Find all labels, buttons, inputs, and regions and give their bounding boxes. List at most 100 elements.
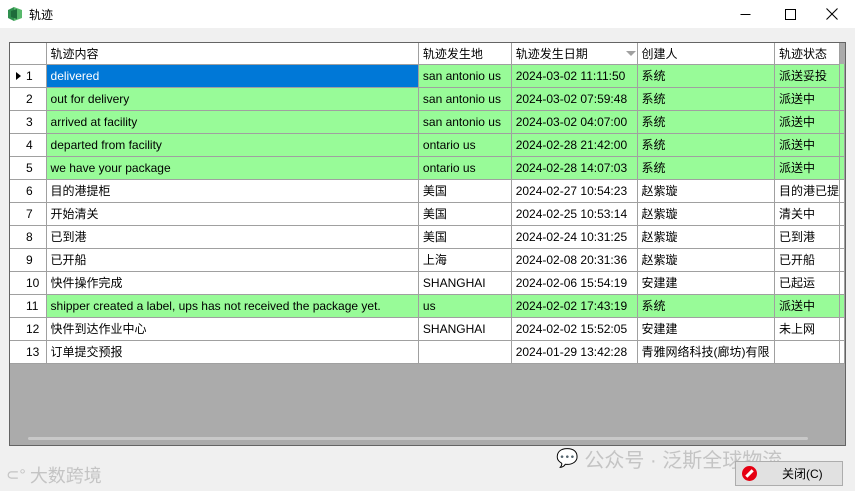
cell-place[interactable]: SHANGHAI xyxy=(418,271,512,295)
table-row[interactable]: 11 shipper created a label, ups has not r… xyxy=(10,294,845,318)
cell-status[interactable]: 清关中 xyxy=(774,202,841,226)
cell-content[interactable]: we have your package xyxy=(46,156,419,180)
cell-date[interactable]: 2024-03-02 11:11:50 xyxy=(511,64,638,88)
cell-content[interactable]: 快件到达作业中心 xyxy=(46,317,419,341)
cell-date[interactable]: 2024-02-25 10:53:14 xyxy=(511,202,638,226)
row-header[interactable]: 3 xyxy=(10,110,47,134)
column-header-creator[interactable]: 创建人 xyxy=(637,43,775,65)
cell-date[interactable]: 2024-02-02 15:52:05 xyxy=(511,317,638,341)
table-row[interactable]: 3 arrived at facility san antonio us 2024-0… xyxy=(10,110,845,134)
track-grid[interactable]: 轨迹内容 轨迹发生地 轨迹发生日期 创建人 轨迹状态 1 delivered san… xyxy=(9,42,846,446)
row-header[interactable]: 6 xyxy=(10,179,47,203)
column-header-place[interactable]: 轨迹发生地 xyxy=(418,43,512,65)
cell-creator[interactable]: 赵紫璇 xyxy=(637,179,775,203)
row-header[interactable]: 2 xyxy=(10,87,47,111)
cell-place[interactable]: san antonio us xyxy=(418,110,512,134)
row-header[interactable]: 8 xyxy=(10,225,47,249)
cell-status[interactable]: 已起运 xyxy=(774,271,841,295)
cell-creator[interactable]: 赵紫璇 xyxy=(637,202,775,226)
cell-status[interactable]: 目的港已提 xyxy=(774,179,841,203)
cell-date[interactable]: 2024-02-24 10:31:25 xyxy=(511,225,638,249)
cell-creator[interactable]: 系统 xyxy=(637,156,775,180)
close-button[interactable]: 关闭(C) xyxy=(735,461,843,486)
cell-date[interactable]: 2024-03-02 04:07:00 xyxy=(511,110,638,134)
row-header[interactable]: 13 xyxy=(10,340,47,364)
column-header-date[interactable]: 轨迹发生日期 xyxy=(511,43,638,65)
cell-place[interactable]: san antonio us xyxy=(418,87,512,111)
cell-status[interactable]: 未上网 xyxy=(774,317,841,341)
cell-date[interactable]: 2024-02-08 20:31:36 xyxy=(511,248,638,272)
cell-place[interactable]: 美国 xyxy=(418,202,512,226)
cell-creator[interactable]: 赵紫璇 xyxy=(637,225,775,249)
cell-place[interactable]: 美国 xyxy=(418,225,512,249)
minimize-button[interactable] xyxy=(722,0,768,28)
row-header[interactable]: 1 xyxy=(10,64,47,88)
cell-place[interactable]: SHANGHAI xyxy=(418,317,512,341)
cell-place[interactable]: san antonio us xyxy=(418,64,512,88)
row-header[interactable]: 12 xyxy=(10,317,47,341)
cell-creator[interactable]: 系统 xyxy=(637,110,775,134)
cell-status[interactable]: 派送妥投 xyxy=(774,64,841,88)
cell-status[interactable]: 已开船 xyxy=(774,248,841,272)
cell-date[interactable]: 2024-02-06 15:54:19 xyxy=(511,271,638,295)
cell-content[interactable]: departed from facility xyxy=(46,133,419,157)
cell-status[interactable]: 派送中 xyxy=(774,133,841,157)
table-row[interactable]: 4 departed from facility ontario us 2024-02… xyxy=(10,133,845,157)
cell-date[interactable]: 2024-02-27 10:54:23 xyxy=(511,179,638,203)
cell-place[interactable]: 美国 xyxy=(418,179,512,203)
cell-status[interactable]: 派送中 xyxy=(774,87,841,111)
cell-content[interactable]: 已开船 xyxy=(46,248,419,272)
cell-status[interactable]: 已到港 xyxy=(774,225,841,249)
cell-content[interactable]: 目的港提柜 xyxy=(46,179,419,203)
cell-creator[interactable]: 赵紫璇 xyxy=(637,248,775,272)
cell-creator[interactable]: 青雅网络科技(廊坊)有限 xyxy=(637,340,775,364)
cell-content[interactable]: 快件操作完成 xyxy=(46,271,419,295)
table-row[interactable]: 9 已开船 上海 2024-02-08 20:31:36 赵紫璇 已开船 xyxy=(10,248,845,272)
cell-creator[interactable]: 系统 xyxy=(637,294,775,318)
table-row[interactable]: 1 delivered san antonio us 2024-03-02 11:11… xyxy=(10,64,845,88)
row-header[interactable]: 4 xyxy=(10,133,47,157)
cell-content[interactable]: 已到港 xyxy=(46,225,419,249)
column-header-content[interactable]: 轨迹内容 xyxy=(46,43,419,65)
maximize-button[interactable] xyxy=(767,0,813,28)
cell-content[interactable]: delivered xyxy=(46,64,419,88)
table-row[interactable]: 8 已到港 美国 2024-02-24 10:31:25 赵紫璇 已到港 xyxy=(10,225,845,249)
cell-place[interactable]: ontario us xyxy=(418,133,512,157)
row-header-corner[interactable] xyxy=(10,43,47,65)
cell-date[interactable]: 2024-02-02 17:43:19 xyxy=(511,294,638,318)
table-row[interactable]: 10 快件操作完成 SHANGHAI 2024-02-06 15:54:19 安建建 已起… xyxy=(10,271,845,295)
cell-creator[interactable]: 安建建 xyxy=(637,271,775,295)
cell-place[interactable]: 上海 xyxy=(418,248,512,272)
table-row[interactable]: 6 目的港提柜 美国 2024-02-27 10:54:23 赵紫璇 目的港已提 xyxy=(10,179,845,203)
row-header[interactable]: 5 xyxy=(10,156,47,180)
cell-place[interactable]: ontario us xyxy=(418,156,512,180)
table-row[interactable]: 12 快件到达作业中心 SHANGHAI 2024-02-02 15:52:05 安建建… xyxy=(10,317,845,341)
table-row[interactable]: 13 订单提交预报 2024-01-29 13:42:28 青雅网络科技(廊坊)有限 xyxy=(10,340,845,364)
row-header[interactable]: 11 xyxy=(10,294,47,318)
cell-content[interactable]: shipper created a label, ups has not rec… xyxy=(46,294,419,318)
cell-status[interactable]: 派送中 xyxy=(774,294,841,318)
cell-status[interactable]: 派送中 xyxy=(774,156,841,180)
cell-creator[interactable]: 系统 xyxy=(637,87,775,111)
cell-content[interactable]: arrived at facility xyxy=(46,110,419,134)
row-header[interactable]: 10 xyxy=(10,271,47,295)
row-header[interactable]: 7 xyxy=(10,202,47,226)
cell-place[interactable] xyxy=(418,340,512,364)
cell-status[interactable]: 派送中 xyxy=(774,110,841,134)
table-row[interactable]: 2 out for delivery san antonio us 2024-03-0… xyxy=(10,87,845,111)
cell-date[interactable]: 2024-01-29 13:42:28 xyxy=(511,340,638,364)
close-window-button[interactable] xyxy=(809,0,855,28)
table-row[interactable]: 7 开始清关 美国 2024-02-25 10:53:14 赵紫璇 清关中 xyxy=(10,202,845,226)
cell-content[interactable]: 开始清关 xyxy=(46,202,419,226)
cell-place[interactable]: us xyxy=(418,294,512,318)
row-header[interactable]: 9 xyxy=(10,248,47,272)
cell-date[interactable]: 2024-03-02 07:59:48 xyxy=(511,87,638,111)
cell-creator[interactable]: 系统 xyxy=(637,64,775,88)
cell-creator[interactable]: 安建建 xyxy=(637,317,775,341)
table-row[interactable]: 5 we have your package ontario us 2024-02-2… xyxy=(10,156,845,180)
column-header-status[interactable]: 轨迹状态 xyxy=(774,43,841,65)
horizontal-scrollbar[interactable] xyxy=(28,437,808,440)
cell-date[interactable]: 2024-02-28 14:07:03 xyxy=(511,156,638,180)
cell-date[interactable]: 2024-02-28 21:42:00 xyxy=(511,133,638,157)
cell-content[interactable]: out for delivery xyxy=(46,87,419,111)
